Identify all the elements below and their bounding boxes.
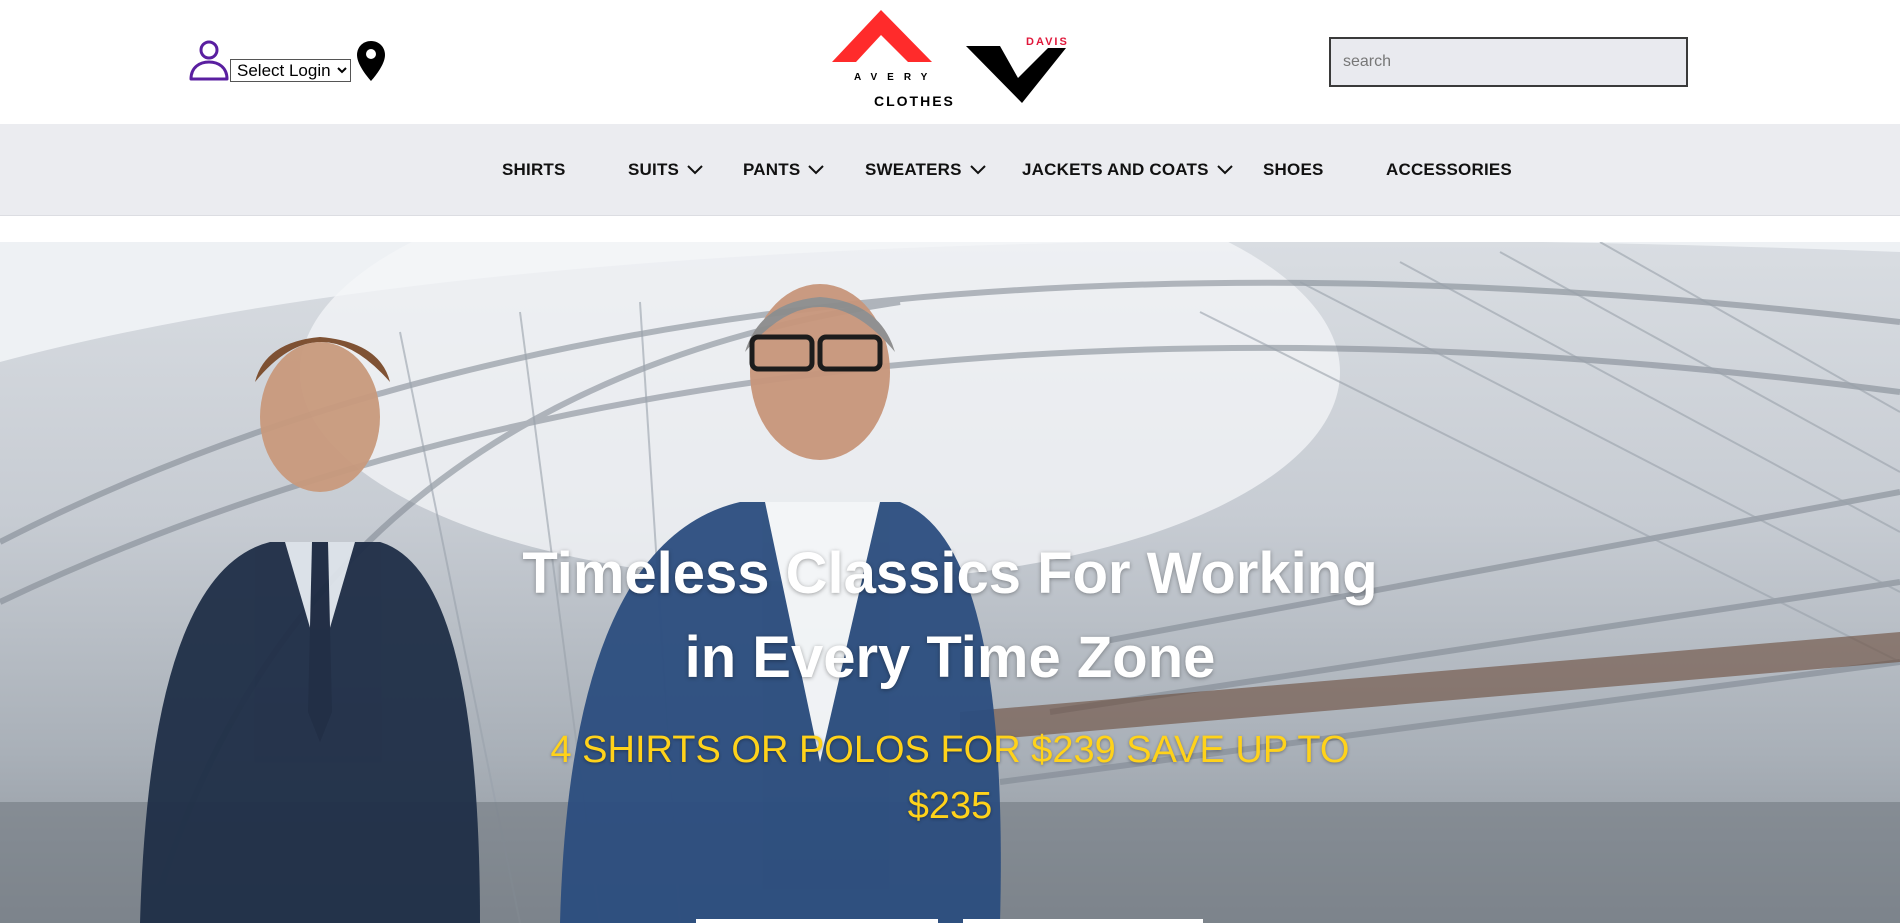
- nav-item-label: PANTS: [743, 160, 801, 179]
- chevron-down-icon: [1216, 165, 1233, 175]
- nav-item-shirts[interactable]: SHIRTS: [502, 124, 566, 216]
- hero-title-line2: in Every Time Zone: [684, 625, 1216, 690]
- nav-item-shoes[interactable]: SHOES: [1263, 124, 1324, 216]
- nav-item-jackets-and-coats[interactable]: JACKETS AND COATS: [1022, 124, 1233, 216]
- hero-cta-button-secondary[interactable]: [963, 919, 1203, 923]
- chevron-down-icon: [808, 165, 825, 175]
- search-input[interactable]: [1329, 37, 1688, 87]
- nav-item-sweaters[interactable]: SWEATERS: [865, 124, 986, 216]
- user-icon[interactable]: [188, 40, 230, 82]
- chevron-down-icon: [687, 165, 703, 175]
- logo-text-davis: DAVIS: [1026, 36, 1069, 48]
- brand-logo[interactable]: DAVIS AVERY CLOTHES: [830, 8, 1085, 113]
- logo-red-chevron-icon: [832, 10, 932, 62]
- hero-title: Timeless Classics For Working in Every T…: [480, 532, 1420, 700]
- nav-item-accessories[interactable]: ACCESSORIES: [1386, 124, 1512, 216]
- hero-title-line1: Timeless Classics For Working: [522, 541, 1378, 606]
- login-select[interactable]: Select Login: [230, 59, 351, 82]
- nav-item-label: SUITS: [628, 160, 680, 179]
- nav-item-label: SHIRTS: [502, 160, 566, 179]
- nav-item-pants[interactable]: PANTS: [743, 124, 825, 216]
- nav-item-suits[interactable]: SUITS: [628, 124, 703, 216]
- location-pin-icon[interactable]: [356, 40, 386, 82]
- nav-item-label: SHOES: [1263, 160, 1324, 179]
- chevron-down-icon: [969, 165, 986, 175]
- nav-item-label: JACKETS AND COATS: [1022, 160, 1209, 179]
- top-header: Select Login DAVIS AVERY CLOTHES: [0, 0, 1900, 124]
- hero-banner: Timeless Classics For Working in Every T…: [0, 242, 1900, 923]
- hero-subtitle-line1: 4 SHIRTS OR POLOS FOR $239 SAVE UP TO: [550, 729, 1350, 771]
- logo-black-v-icon: [966, 46, 1066, 103]
- logo-text-avery: AVERY: [854, 72, 937, 83]
- main-nav: SHIRTS SUITS PANTS SWEATERS JACKETS AND …: [0, 124, 1900, 216]
- nav-item-label: SWEATERS: [865, 160, 962, 179]
- hero-subtitle: 4 SHIRTS OR POLOS FOR $239 SAVE UP TO $2…: [480, 722, 1420, 834]
- hero-cta-button-primary[interactable]: [696, 919, 938, 923]
- hero-subtitle-line2: $235: [907, 785, 993, 827]
- nav-item-label: ACCESSORIES: [1386, 160, 1512, 179]
- logo-text-clothes: CLOTHES: [874, 93, 955, 109]
